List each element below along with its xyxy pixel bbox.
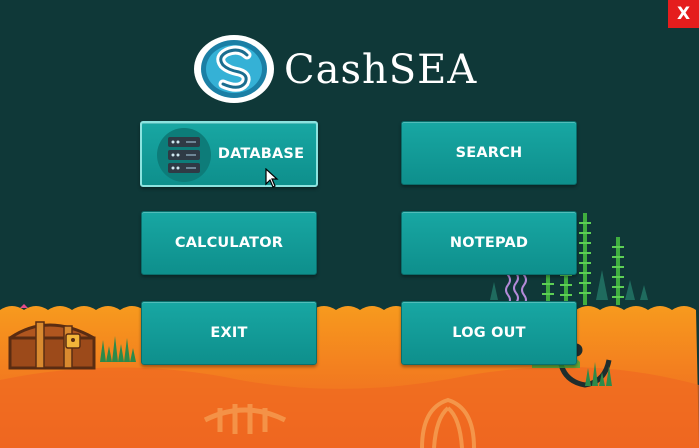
notepad-button-label: NOTEPAD [449, 235, 529, 251]
database-server-icon [157, 128, 211, 182]
logout-button[interactable]: LOG OUT [401, 301, 577, 365]
cashsea-logo-icon [194, 35, 274, 103]
mouse-cursor-icon [265, 168, 279, 188]
notepad-button[interactable]: NOTEPAD [401, 211, 577, 275]
logout-button-label: LOG OUT [452, 325, 526, 341]
database-button[interactable]: DATABASE [140, 121, 318, 187]
exit-button[interactable]: EXIT [141, 301, 317, 365]
calculator-button-label: CALCULATOR [174, 235, 284, 251]
database-button-label: DATABASE [217, 146, 305, 162]
search-button[interactable]: SEARCH [401, 121, 577, 185]
exit-button-label: EXIT [210, 325, 248, 341]
search-button-label: SEARCH [455, 145, 523, 161]
app-title: CashSEA [284, 47, 478, 93]
calculator-button[interactable]: CALCULATOR [141, 211, 317, 275]
close-button[interactable]: X [668, 0, 699, 28]
